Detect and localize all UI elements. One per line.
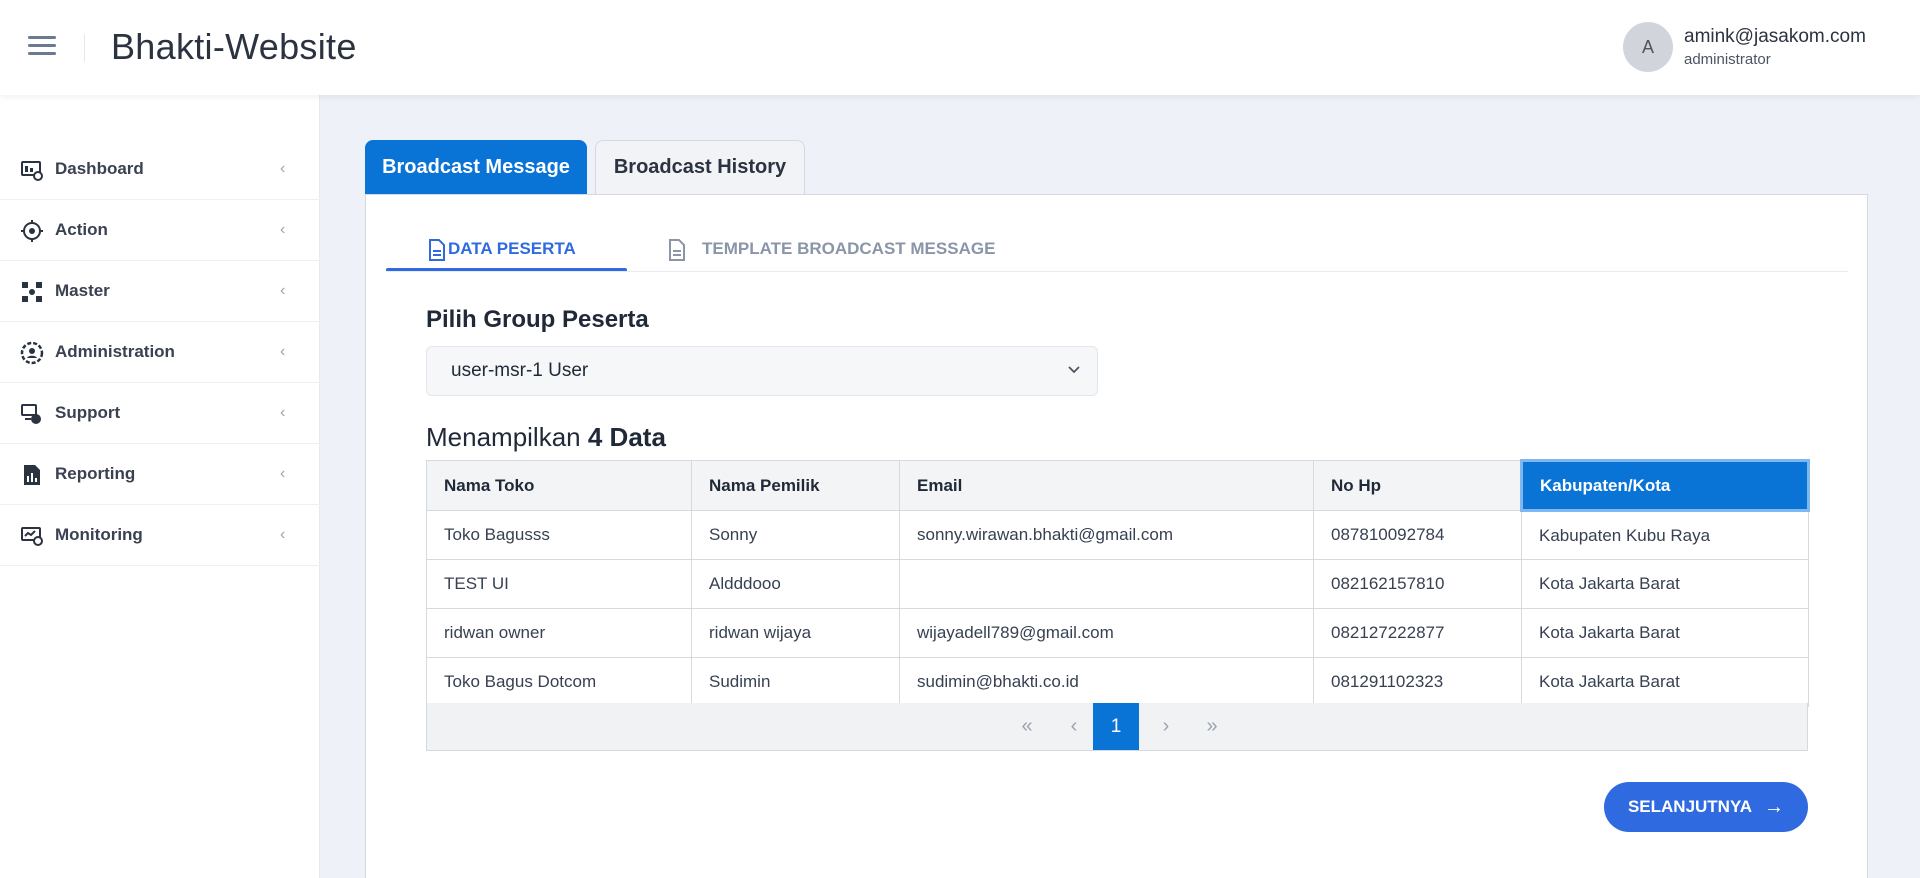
table-cell: ridwan wijaya [691,608,900,658]
monitoring-icon [21,527,43,546]
prev-page-button[interactable]: ‹ [1051,703,1097,750]
chevron-left-icon: ‹ [280,343,286,360]
table-row[interactable]: ridwan owner ridwan wijaya wijayadell789… [426,608,1809,658]
sidebar-item-support[interactable]: Support ‹ [0,383,320,444]
table-cell: Kota Jakarta Barat [1521,608,1809,658]
action-icon [21,220,43,242]
table-cell: sudimin@bhakti.co.id [899,657,1314,707]
chevron-left-icon: ‹ [280,404,286,421]
reporting-icon [24,465,40,485]
user-avatar[interactable]: A [1623,22,1673,72]
support-icon [21,404,41,424]
table-cell: Kota Jakarta Barat [1521,657,1809,707]
chevron-down-icon [1068,366,1080,374]
sidebar-item-administration[interactable]: Administration ‹ [0,322,320,383]
subtab-template-broadcast[interactable]: TEMPLATE BROADCAST MESSAGE [668,224,1008,274]
table-cell: Aldddooo [691,559,900,609]
table-cell: Kabupaten Kubu Raya [1521,510,1809,560]
sidebar: Dashboard ‹ Action ‹ Master ‹ Administra… [0,95,320,878]
chevron-left-icon: ‹ [280,221,286,238]
group-select-label: Pilih Group Peserta [426,306,649,333]
arrow-right-icon: → [1764,795,1785,818]
column-header[interactable]: Nama Pemilik [691,460,900,511]
document-icon [429,239,445,261]
chevron-left-icon: ‹ [280,526,286,543]
table-row[interactable]: Toko Bagus Dotcom Sudimin sudimin@bhakti… [426,657,1809,707]
sidebar-item-monitoring[interactable]: Monitoring ‹ [0,505,320,566]
user-email: amink@jasakom.com [1684,26,1866,47]
column-header[interactable]: Nama Toko [426,460,692,511]
column-header[interactable]: Email [899,460,1314,511]
table-cell: 082127222877 [1313,608,1522,658]
table-cell: Sudimin [691,657,900,707]
next-button-label: SELANJUTNYA [1627,797,1753,816]
sidebar-item-dashboard[interactable]: Dashboard ‹ [0,139,320,200]
table-cell: sonny.wirawan.bhakti@gmail.com [899,510,1314,560]
chevron-left-icon: ‹ [280,160,286,177]
page-1-button[interactable]: 1 [1093,703,1139,750]
menu-toggle-icon[interactable] [28,36,56,58]
table-cell: TEST UI [426,559,692,609]
group-select-value: user-msr-1 User [451,360,589,381]
administration-icon [20,341,44,365]
sidebar-item-label: Master [55,281,110,300]
sidebar-item-reporting[interactable]: Reporting ‹ [0,444,320,505]
app-title: Bhakti-Website [111,26,357,67]
data-count: Menampilkan 4 Data [426,422,666,453]
column-header[interactable]: No Hp [1313,460,1522,511]
subtab-label: DATA PESERTA [448,239,576,258]
first-page-button[interactable]: « [1004,703,1050,750]
subtab-label: TEMPLATE BROADCAST MESSAGE [702,239,996,258]
tab-divider [386,271,1848,272]
count-prefix: Menampilkan [426,422,581,452]
table-row[interactable]: TEST UI Aldddooo 082162157810 Kota Jakar… [426,559,1809,609]
group-select[interactable]: user-msr-1 User [426,346,1098,396]
sidebar-item-label: Action [55,220,108,239]
table-cell: Kota Jakarta Barat [1521,559,1809,609]
sidebar-item-label: Dashboard [55,159,144,178]
sidebar-item-master[interactable]: Master ‹ [0,261,320,322]
table-cell: 081291102323 [1313,657,1522,707]
sidebar-item-label: Reporting [55,464,136,483]
table-cell: Toko Bagusss [426,510,692,560]
pagination: « ‹ 1 › » [426,703,1808,751]
subtab-data-peserta[interactable]: DATA PESERTA [386,224,627,274]
sidebar-item-label: Administration [55,342,175,361]
master-icon [22,282,42,302]
table-cell: Sonny [691,510,900,560]
sidebar-item-action[interactable]: Action ‹ [0,200,320,261]
next-button[interactable]: SELANJUTNYA → [1604,782,1808,832]
column-header[interactable]: Kabupaten/Kota [1520,459,1810,512]
count-value: 4 Data [587,422,666,452]
tab-broadcast-history[interactable]: Broadcast History [595,140,805,194]
table-cell: 082162157810 [1313,559,1522,609]
document-icon [669,239,685,261]
chevron-left-icon: ‹ [280,282,286,299]
table-cell: 087810092784 [1313,510,1522,560]
user-role: administrator [1684,51,1771,68]
sidebar-item-label: Monitoring [55,525,143,544]
dashboard-icon [21,161,43,181]
table-row[interactable]: Toko Bagusss Sonny sonny.wirawan.bhakti@… [426,510,1809,560]
table-cell: wijayadell789@gmail.com [899,608,1314,658]
chevron-left-icon: ‹ [280,465,286,482]
last-page-button[interactable]: » [1189,703,1235,750]
top-header: Bhakti-Website A amink@jasakom.com admin… [0,0,1920,95]
participants-table: Nama Toko Nama Pemilik Email No Hp Kabup… [426,459,1810,707]
table-header-row: Nama Toko Nama Pemilik Email No Hp Kabup… [426,459,1810,512]
tab-broadcast-message[interactable]: Broadcast Message [365,140,587,194]
header-divider [84,34,85,62]
table-cell: ridwan owner [426,608,692,658]
table-cell: Toko Bagus Dotcom [426,657,692,707]
next-page-button[interactable]: › [1143,703,1189,750]
sidebar-item-label: Support [55,403,121,422]
table-cell [899,559,1314,609]
